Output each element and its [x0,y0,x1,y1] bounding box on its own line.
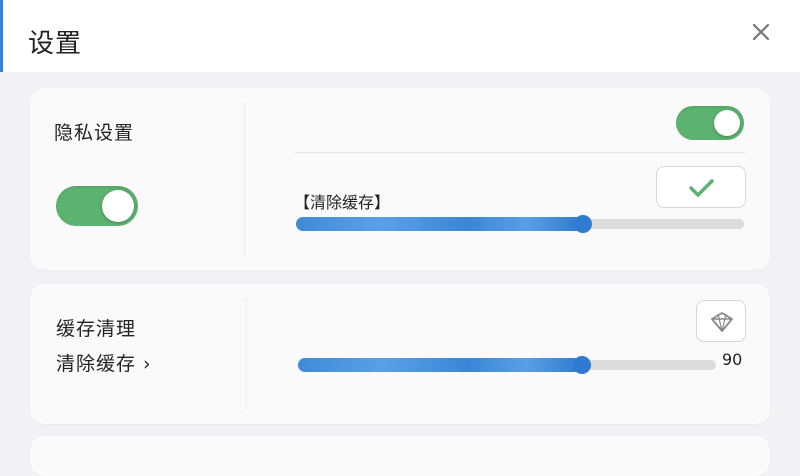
slider-value: 90 [722,350,743,369]
slider-fill [296,217,583,231]
slider-thumb[interactable] [573,356,592,374]
confirm-button[interactable] [656,166,746,208]
page-title: 设置 [28,29,83,59]
privacy-settings-card: 隐私设置 【清除缓存】 [30,88,770,270]
slider-fill [298,358,583,372]
clear-cache-link[interactable]: 清除缓存 › [56,349,152,376]
privacy-settings-label: 隐私设置 [54,122,135,144]
premium-button[interactable] [696,300,746,342]
check-icon [689,179,714,197]
card-divider [246,298,247,410]
close-icon [752,23,770,41]
close-button[interactable] [747,18,775,46]
dialog-header: 设置 [0,0,800,72]
toggle-knob [102,190,134,222]
section-divider [294,152,746,153]
privacy-toggle[interactable] [56,186,138,226]
slider-thumb[interactable] [573,215,592,233]
card-divider [244,102,245,256]
clear-cache-label: 【清除缓存】 [294,193,391,212]
cache-cleanup-label: 缓存清理 [56,318,137,340]
cache-cleanup-card: 缓存清理 清除缓存 › 90 [30,284,770,424]
cache-slider[interactable] [298,356,716,374]
toggle-knob [714,110,740,136]
right-toggle[interactable] [676,106,744,140]
diamond-icon [711,312,733,332]
privacy-slider[interactable] [296,215,744,233]
next-section-card [30,436,770,476]
